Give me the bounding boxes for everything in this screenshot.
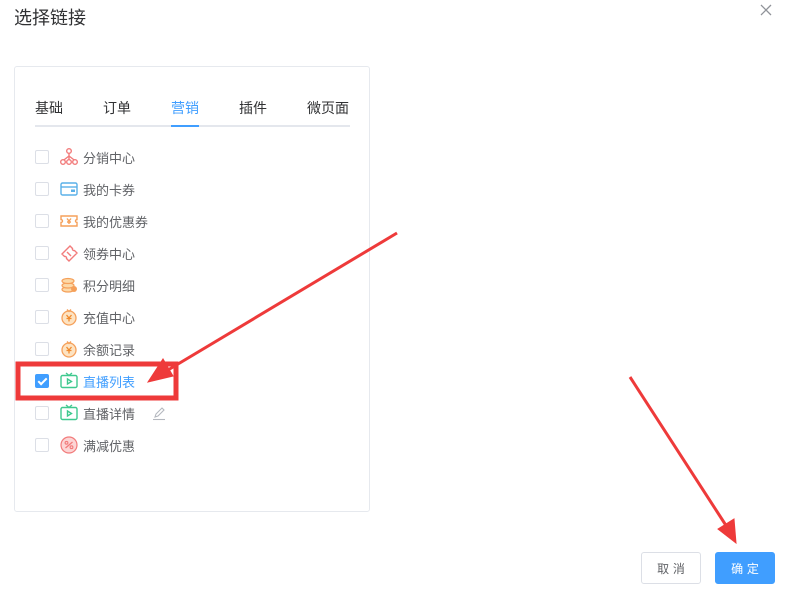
tab-plugins[interactable]: 插件	[239, 98, 267, 118]
close-icon[interactable]	[758, 2, 774, 18]
checkbox[interactable]	[35, 150, 49, 164]
tab-marketing[interactable]: 营销	[171, 98, 199, 118]
checkbox[interactable]	[35, 310, 49, 324]
card-icon	[59, 179, 79, 199]
distribution-icon	[59, 147, 79, 167]
list-item-label: 领券中心	[83, 248, 136, 263]
link-panel: 基础 订单 营销 插件 微页面 分销中心 我的卡券 我的优惠券 领券中心 积分明…	[14, 66, 370, 512]
list-item[interactable]: 充值中心	[35, 307, 355, 327]
tab-bar: 基础 订单 营销 插件 微页面	[35, 93, 350, 127]
live-tv-icon	[59, 403, 79, 423]
active-tab-indicator	[171, 125, 199, 127]
list-item-label: 直播列表	[83, 376, 136, 391]
checkbox[interactable]	[35, 214, 49, 228]
list-item[interactable]: 余额记录	[35, 339, 355, 359]
checkbox-checked[interactable]	[35, 374, 49, 388]
ticket-icon	[59, 243, 79, 263]
list-item[interactable]: 我的优惠券	[35, 211, 355, 231]
list-item[interactable]: 领券中心	[35, 243, 355, 263]
list-item[interactable]: 直播详情	[35, 403, 355, 423]
checkbox[interactable]	[35, 278, 49, 292]
list-item[interactable]: 满减优惠	[35, 435, 355, 455]
list-item-label: 我的优惠券	[83, 216, 149, 231]
list-item-label: 充值中心	[83, 312, 136, 327]
checkbox[interactable]	[35, 438, 49, 452]
tab-basic[interactable]: 基础	[35, 98, 63, 118]
dialog-title: 选择链接	[14, 8, 86, 29]
balance-icon	[59, 339, 79, 359]
discount-icon	[59, 435, 79, 455]
list-item[interactable]: 积分明细	[35, 275, 355, 295]
tab-orders[interactable]: 订单	[103, 98, 131, 118]
list-item-label: 直播详情	[83, 408, 136, 423]
list-item-label: 积分明细	[83, 280, 136, 295]
cancel-button[interactable]: 取 消	[641, 552, 701, 584]
list-item-label: 我的卡券	[83, 184, 136, 199]
edit-icon[interactable]	[151, 405, 167, 421]
coins-icon	[59, 275, 79, 295]
list-item-label: 余额记录	[83, 344, 136, 359]
list-item[interactable]: 我的卡券	[35, 179, 355, 199]
list-item-selected[interactable]: 直播列表	[35, 371, 355, 391]
tab-micro-page[interactable]: 微页面	[307, 98, 349, 118]
list-item[interactable]: 分销中心	[35, 147, 355, 167]
list-item-label: 分销中心	[83, 152, 136, 167]
checkbox[interactable]	[35, 342, 49, 356]
arrow-to-confirm	[628, 376, 737, 545]
checkbox[interactable]	[35, 406, 49, 420]
checkbox[interactable]	[35, 182, 49, 196]
checkbox[interactable]	[35, 246, 49, 260]
confirm-button[interactable]: 确 定	[715, 552, 775, 584]
list-item-label: 满减优惠	[83, 440, 136, 455]
live-tv-icon	[59, 371, 79, 391]
coupon-icon	[59, 211, 79, 231]
recharge-icon	[59, 307, 79, 327]
